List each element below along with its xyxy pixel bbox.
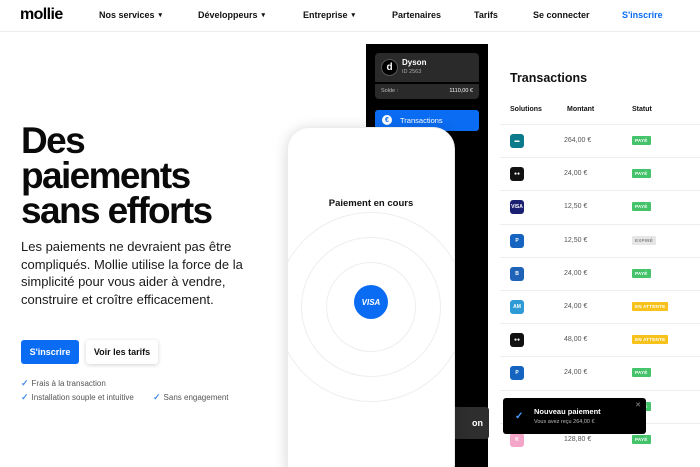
phone-mockup: Paiement en cours VISA (287, 127, 455, 467)
status-badge: EXPIRÉ (632, 235, 657, 245)
feature-item: ✓ Frais à la transaction (21, 378, 106, 388)
balance-row: Solde : 1110,00 € (375, 84, 479, 99)
sidebar-item-label: Transactions (400, 116, 443, 125)
table-row[interactable]: ●● 48,00 € EN ATTENTE (500, 323, 700, 356)
column-header-status: Statut (632, 106, 652, 113)
table-row[interactable]: VISA 12,50 € PAYÉ (500, 190, 700, 223)
toast-subtitle: Vous avez reçu 264,00 € (534, 419, 595, 425)
amount-cell: 24,00 € (564, 269, 588, 277)
nav-item-developers[interactable]: Développeurs ▾ (198, 10, 265, 20)
chevron-down-icon: ▾ (351, 12, 356, 19)
status-badge: PAYÉ (632, 268, 651, 278)
amount-cell: 24,00 € (564, 170, 588, 178)
amount-cell: 128,80 € (564, 435, 592, 443)
amount-cell: 48,00 € (564, 336, 588, 344)
nav-item-partners[interactable]: Partenaires (392, 10, 441, 20)
account-card[interactable]: d Dyson ID 2563 (375, 53, 479, 82)
toast-title: Nouveau paiement (534, 407, 601, 416)
amount-cell: 12,50 € (564, 203, 588, 211)
amex-icon: AM (510, 300, 524, 314)
account-id: ID 2563 (402, 69, 422, 75)
status-badge: PAYÉ (632, 434, 651, 444)
table-row[interactable]: ▬ 264,00 € PAYÉ (500, 124, 700, 157)
hero-description: Les paiements ne devraient pas être comp… (21, 239, 243, 307)
column-header-amount: Montant (567, 106, 595, 113)
mastercard-icon: ●● (510, 333, 524, 348)
partial-button[interactable]: on (449, 407, 489, 439)
transactions-title: Transactions (510, 71, 588, 85)
signup-button[interactable]: S'inscrire (21, 340, 79, 364)
status-badge: PAYÉ (632, 368, 651, 378)
klarna-icon: K (510, 432, 524, 447)
check-icon: ✓ (153, 392, 161, 402)
mollie-logo[interactable]: mollie (20, 6, 63, 24)
card-generic-icon: ▬ (510, 134, 524, 148)
payment-status-title: Paiement en cours (328, 198, 414, 209)
nav-item-pricing[interactable]: Tarifs (474, 10, 498, 20)
column-header-solutions: Solutions (510, 106, 542, 113)
check-icon: ✓ (21, 378, 29, 388)
status-badge: EN ATTENTE (632, 335, 669, 345)
check-icon: ✓ (21, 392, 29, 402)
paypal-icon: P (510, 233, 524, 248)
amount-cell: 24,00 € (564, 369, 588, 377)
hero-title: Des paiements sans efforts (21, 120, 213, 231)
mastercard-icon: ●● (510, 167, 524, 182)
bancontact-icon: B (510, 266, 524, 281)
visa-icon: VISA (354, 285, 388, 319)
view-pricing-button[interactable]: Voir les tarifs (86, 340, 158, 364)
feature-item: ✓ Sans engagement (153, 392, 229, 402)
amount-cell: 24,00 € (564, 303, 588, 310)
status-badge: EN ATTENTE (632, 302, 669, 311)
balance-value: 1110,00 € (449, 88, 473, 94)
amount-cell: 264,00 € (564, 137, 592, 144)
table-row[interactable]: P 12,50 € EXPIRÉ (500, 223, 700, 257)
close-icon[interactable]: ✕ (635, 401, 641, 409)
check-icon: ✓ (515, 411, 524, 422)
nav-signup-link[interactable]: S'inscrire (622, 10, 663, 20)
account-avatar: d (381, 59, 398, 76)
nav-item-login[interactable]: Se connecter (533, 10, 590, 20)
balance-label: Solde : (381, 88, 399, 94)
table-row[interactable]: ●● 24,00 € PAYÉ (500, 157, 700, 190)
status-badge: PAYÉ (632, 169, 651, 179)
nav-item-services[interactable]: Nos services ▾ (99, 10, 162, 20)
paypal-icon: P (510, 366, 524, 381)
chevron-down-icon: ▾ (158, 12, 163, 19)
visa-icon: VISA (510, 200, 524, 215)
top-nav: mollie Nos services ▾ Développeurs ▾ Entre… (0, 0, 700, 32)
status-badge: PAYÉ (632, 202, 651, 212)
chevron-down-icon: ▾ (261, 12, 266, 19)
amount-cell: 12,50 € (564, 236, 588, 244)
nav-item-company[interactable]: Entreprise ▾ (303, 10, 355, 20)
table-row[interactable]: AM 24,00 € EN ATTENTE (500, 290, 700, 323)
table-row[interactable]: P 24,00 € PAYÉ (500, 356, 700, 389)
status-badge: PAYÉ (632, 136, 651, 145)
table-row[interactable]: B 24,00 € PAYÉ (500, 256, 700, 290)
feature-item: ✓ Installation souple et intuitive (21, 392, 134, 402)
new-payment-toast: ✓ Nouveau paiement Vous avez reçu 264,00… (503, 398, 646, 434)
account-name: Dyson (402, 58, 427, 67)
euro-icon: € (382, 115, 392, 125)
